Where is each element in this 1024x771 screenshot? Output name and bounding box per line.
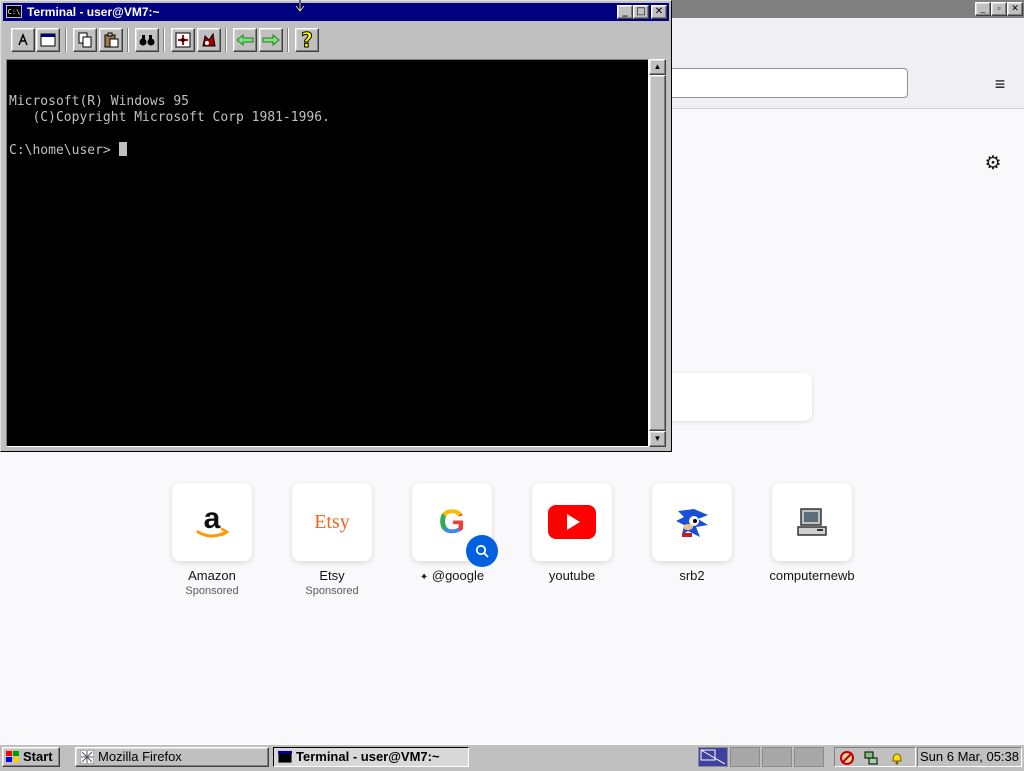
text-cursor — [118, 142, 127, 156]
gear-icon[interactable]: ⚙ — [982, 153, 1004, 175]
computer-icon — [772, 483, 852, 561]
console-line: Microsoft(R) Windows 95 — [9, 94, 190, 109]
taskbar-item-label: Mozilla Firefox — [98, 749, 182, 764]
shortcut-label: Etsy — [319, 568, 345, 583]
terminal-icon — [278, 750, 292, 764]
shortcut-tile-box[interactable] — [652, 483, 732, 561]
help-icon[interactable]: ? — [295, 28, 319, 53]
scroll-up-button[interactable]: ▲ — [649, 59, 666, 75]
amazon-logo-icon: a — [172, 483, 252, 561]
start-button[interactable]: Start — [2, 747, 60, 767]
terminal-window: C:\ Terminal - user@VM7:~ _ □ ✕ ? Micros… — [0, 0, 672, 452]
shortcut-tile-box[interactable] — [772, 483, 852, 561]
firefox-restore-button[interactable]: ▫ — [991, 2, 1007, 16]
terminal-titlebar[interactable]: C:\ Terminal - user@VM7:~ _ □ ✕ — [3, 3, 669, 21]
google-logo-letter: G — [438, 502, 466, 541]
copy-icon[interactable] — [73, 28, 97, 52]
fullscreen-icon[interactable] — [36, 28, 60, 52]
windows-logo-icon — [6, 751, 19, 762]
shortcut-tile-etsy[interactable]: Etsy Etsy Sponsored — [272, 483, 392, 603]
shortcut-label: computernewb — [769, 568, 855, 583]
workspace-4[interactable] — [794, 747, 824, 767]
sponsored-label: Sponsored — [305, 585, 359, 597]
workspace-1[interactable] — [698, 747, 728, 767]
shortcut-tile-box[interactable]: Etsy — [292, 483, 372, 561]
shortcut-tile-box[interactable]: G — [412, 483, 498, 567]
firefox-minimize-button[interactable]: _ — [975, 2, 991, 16]
forward-arrow-icon[interactable] — [259, 28, 283, 52]
etsy-logo-icon: Etsy — [292, 483, 372, 561]
shortcut-tile-box[interactable]: a — [172, 483, 252, 561]
taskbar-item-label: Terminal - user@VM7:~ — [296, 749, 440, 764]
maximize-button[interactable]: □ — [633, 5, 649, 19]
toolbar-separator — [65, 28, 67, 52]
search-icon — [475, 544, 489, 558]
workspace-3[interactable] — [762, 747, 792, 767]
workspace-2[interactable] — [730, 747, 760, 767]
toolbar-separator — [225, 28, 227, 52]
shortcut-tile-srb2[interactable]: srb2 — [632, 483, 752, 603]
shortcut-label-text: @google — [431, 568, 485, 583]
hamburger-menu-icon[interactable]: ≡ — [990, 74, 1010, 94]
toolbar-separator — [163, 28, 165, 52]
scroll-down-button[interactable]: ▼ — [649, 431, 666, 447]
minimize-button[interactable]: _ — [617, 5, 633, 19]
mouse-cursor-icon — [295, 0, 305, 13]
find-icon[interactable] — [135, 28, 159, 52]
console-prompt: C:\home\user> — [9, 143, 119, 158]
terminal-title: Terminal - user@VM7:~ — [27, 5, 160, 19]
taskbar-clock[interactable]: Sun 6 Mar, 05:38 — [917, 747, 1022, 767]
taskbar-item-terminal[interactable]: Terminal - user@VM7:~ — [273, 747, 469, 767]
network-icon[interactable] — [863, 750, 879, 766]
shortcut-tile-google[interactable]: G ✦ @google — [392, 483, 512, 603]
shortcut-label: Amazon — [188, 568, 236, 583]
system-tray — [834, 747, 916, 767]
shortcut-label: ✦ @google — [392, 568, 512, 583]
shortcut-tile-amazon[interactable]: a Amazon Sponsored — [152, 483, 272, 603]
shortcut-tile-computernewb[interactable]: computernewb — [752, 483, 872, 603]
notification-bell-icon[interactable] — [889, 750, 905, 766]
firefox-close-button[interactable]: ✕ — [1007, 2, 1023, 16]
shortcut-label: youtube — [548, 568, 596, 583]
shortcut-tile-box[interactable] — [532, 483, 612, 561]
svg-text:a: a — [204, 504, 221, 535]
mark-icon[interactable] — [11, 28, 35, 52]
sonic-icon — [652, 483, 732, 561]
firefox-url-bar[interactable] — [640, 68, 908, 98]
close-button[interactable]: ✕ — [651, 5, 667, 19]
shortcut-tile-youtube[interactable]: youtube — [512, 483, 632, 603]
pin-icon: ✦ — [419, 572, 429, 583]
start-label: Start — [23, 749, 53, 764]
terminal-toolbar: ? — [3, 23, 669, 57]
terminal-console[interactable]: Microsoft(R) Windows 95 (C)Copyright Mic… — [6, 59, 649, 447]
sponsored-label: Sponsored — [185, 585, 239, 597]
console-line: (C)Copyright Microsoft Corp 1981-1996. — [9, 110, 330, 125]
terminal-app-icon[interactable]: C:\ — [6, 5, 22, 18]
background-icon[interactable] — [197, 28, 221, 52]
taskbar-item-firefox[interactable]: Mozilla Firefox — [75, 747, 269, 767]
paste-icon[interactable] — [99, 28, 123, 52]
firefox-icon — [80, 750, 94, 764]
scrollbar-thumb[interactable] — [649, 75, 666, 431]
terminal-scrollbar[interactable]: ▲ ▼ — [649, 59, 666, 447]
youtube-logo-icon — [532, 483, 612, 561]
search-shortcut-badge — [466, 535, 498, 567]
taskbar: Start Mozilla Firefox Terminal - user@VM… — [0, 744, 1024, 768]
etsy-logo-text: Etsy — [314, 510, 350, 533]
back-arrow-icon[interactable] — [233, 28, 257, 52]
toolbar-separator — [127, 28, 129, 52]
shortcut-label: srb2 — [679, 568, 705, 583]
no-sound-icon[interactable] — [839, 750, 855, 766]
toolbar-separator — [287, 28, 289, 52]
new-tab-search-box[interactable] — [652, 373, 812, 421]
properties-icon[interactable] — [171, 28, 195, 52]
